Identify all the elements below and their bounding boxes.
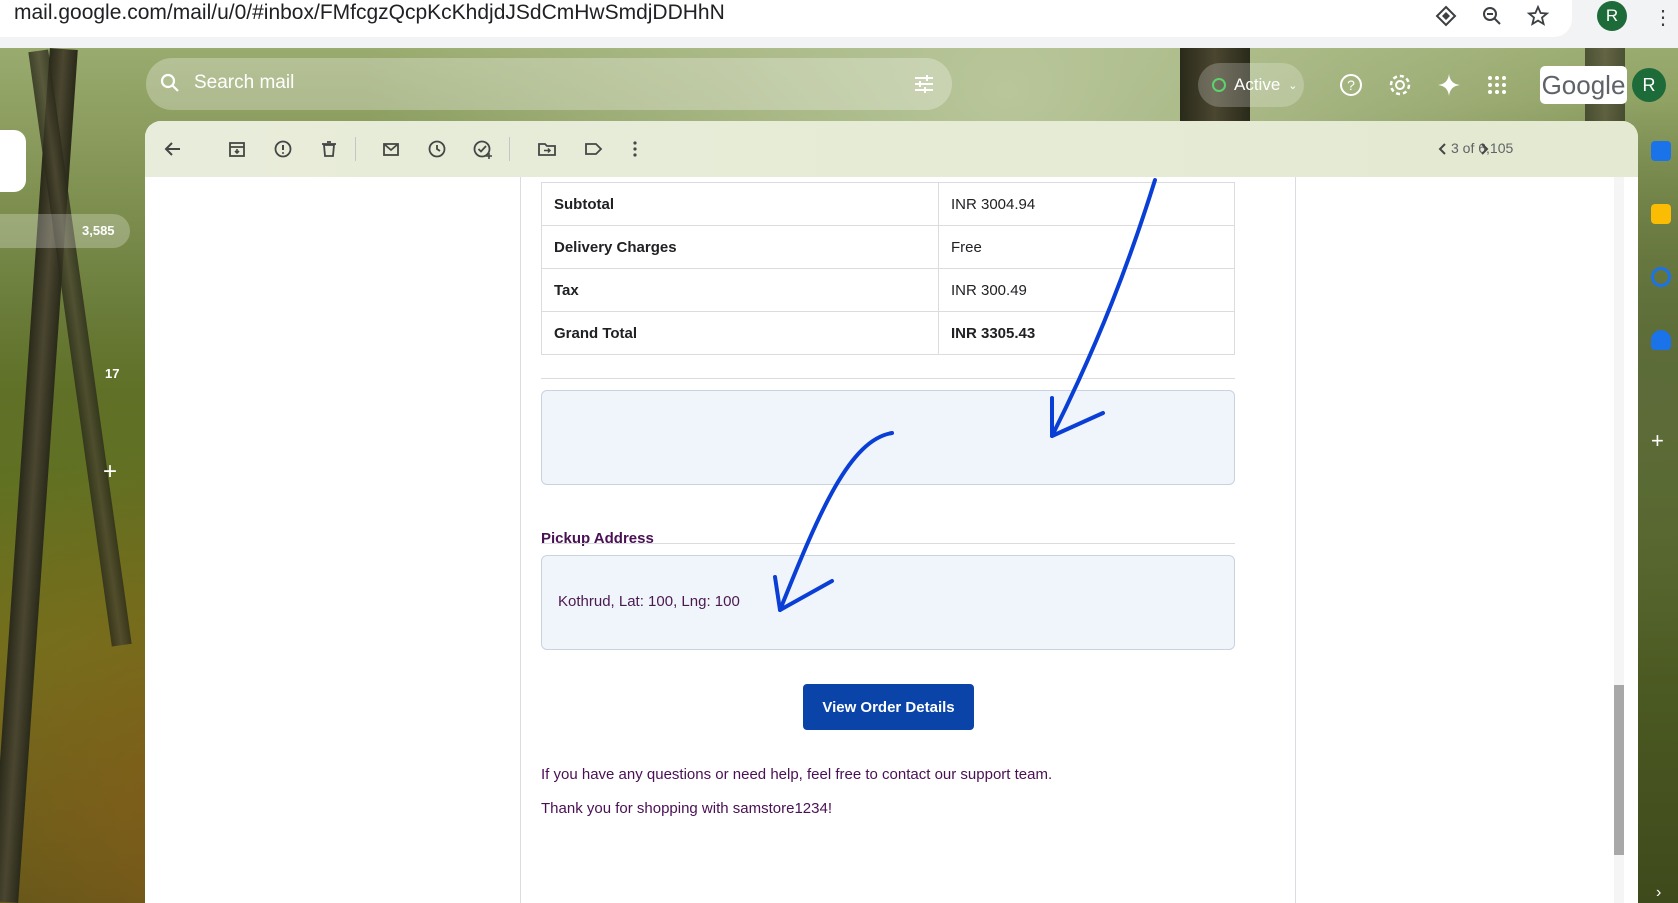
- compose-button[interactable]: [0, 130, 26, 192]
- browser-address-bar: mail.google.com/mail/u/0/#inbox/FMfcgzQc…: [0, 0, 1678, 48]
- label-icon[interactable]: [579, 135, 607, 163]
- totals-value: Free: [938, 225, 1235, 269]
- add-label-icon[interactable]: +: [103, 458, 117, 486]
- svg-text:?: ?: [1347, 77, 1355, 93]
- chevron-down-icon: ⌄: [1288, 79, 1298, 92]
- google-logo[interactable]: Google: [1540, 66, 1627, 104]
- delete-icon[interactable]: [315, 135, 343, 163]
- browser-menu-icon[interactable]: ⋮: [1653, 2, 1673, 32]
- account-avatar[interactable]: R: [1632, 68, 1666, 102]
- move-to-folder-icon[interactable]: [533, 135, 561, 163]
- keep-icon[interactable]: [1651, 204, 1671, 224]
- table-row: Tax INR 300.49: [541, 268, 1235, 312]
- calendar-icon[interactable]: [1651, 141, 1671, 161]
- help-text: If you have any questions or need help, …: [541, 766, 1053, 783]
- mark-unread-icon[interactable]: [377, 135, 405, 163]
- browser-profile-avatar[interactable]: R: [1597, 1, 1627, 31]
- search-icon[interactable]: [158, 71, 182, 95]
- section-divider: [541, 378, 1235, 379]
- install-app-icon[interactable]: [1432, 2, 1460, 30]
- get-addons-icon[interactable]: +: [1651, 428, 1664, 454]
- chevron-right-icon[interactable]: ›: [1656, 884, 1661, 902]
- totals-label: Tax: [541, 268, 939, 312]
- table-row: Delivery Charges Free: [541, 225, 1235, 269]
- more-options-icon[interactable]: [621, 135, 649, 163]
- status-dot-icon: [1212, 78, 1226, 92]
- older-chevron-icon[interactable]: [1470, 135, 1498, 163]
- status-label: Active: [1234, 75, 1281, 94]
- section-divider: [541, 543, 1235, 544]
- search-options-icon[interactable]: [910, 70, 938, 98]
- url-text: mail.google.com/mail/u/0/#inbox/FMfcgzQc…: [14, 1, 725, 24]
- search-input[interactable]: Search mail: [194, 72, 294, 94]
- totals-value: INR 300.49: [938, 268, 1235, 312]
- help-icon[interactable]: ?: [1336, 70, 1366, 100]
- totals-label: Delivery Charges: [541, 225, 939, 269]
- message-toolbar: 3 of 6,105: [145, 121, 1638, 177]
- status-selector[interactable]: Active ⌄: [1198, 63, 1304, 107]
- table-row: Subtotal INR 3004.94: [541, 182, 1235, 226]
- message-panel: 3 of 6,105 Subtotal INR 3004.94 Delivery…: [145, 121, 1638, 903]
- pickup-address-text: Kothrud, Lat: 100, Lng: 100: [558, 593, 740, 610]
- totals-value: INR 3004.94: [938, 182, 1235, 226]
- message-body: Subtotal INR 3004.94 Delivery Charges Fr…: [145, 177, 1638, 903]
- search-bar[interactable]: Search mail: [146, 58, 952, 110]
- zoom-icon[interactable]: [1478, 2, 1506, 30]
- label-count: 17: [105, 366, 120, 381]
- newer-chevron-icon[interactable]: [1429, 135, 1457, 163]
- totals-label: Grand Total: [541, 311, 939, 355]
- view-order-details-button[interactable]: View Order Details: [803, 684, 974, 730]
- scrollbar-thumb[interactable]: [1614, 685, 1624, 855]
- report-spam-icon[interactable]: [269, 135, 297, 163]
- sidebar-item-inbox[interactable]: 3,585: [0, 214, 130, 248]
- delivery-address-box: [541, 390, 1235, 485]
- thanks-text: Thank you for shopping with samstore1234…: [541, 800, 832, 817]
- url-field[interactable]: mail.google.com/mail/u/0/#inbox/FMfcgzQc…: [0, 0, 1572, 37]
- snooze-clock-icon[interactable]: [423, 135, 451, 163]
- settings-gear-icon[interactable]: [1385, 70, 1415, 100]
- inbox-count: 3,585: [82, 223, 115, 238]
- order-totals-table: Subtotal INR 3004.94 Delivery Charges Fr…: [541, 182, 1235, 355]
- pickup-address-box: Kothrud, Lat: 100, Lng: 100: [541, 555, 1235, 650]
- tasks-icon[interactable]: [1651, 267, 1671, 287]
- grand-total-value: INR 3305.43: [938, 311, 1235, 355]
- totals-label: Subtotal: [541, 182, 939, 226]
- pickup-address-heading: Pickup Address: [541, 530, 654, 547]
- apps-grid-icon[interactable]: [1482, 70, 1512, 100]
- bookmark-star-icon[interactable]: [1524, 2, 1552, 30]
- contacts-icon[interactable]: [1651, 330, 1671, 350]
- gemini-sparkle-icon[interactable]: [1434, 70, 1464, 100]
- back-arrow-icon[interactable]: [159, 135, 187, 163]
- archive-icon[interactable]: [223, 135, 251, 163]
- table-row: Grand Total INR 3305.43: [541, 311, 1235, 355]
- add-task-icon[interactable]: [469, 135, 497, 163]
